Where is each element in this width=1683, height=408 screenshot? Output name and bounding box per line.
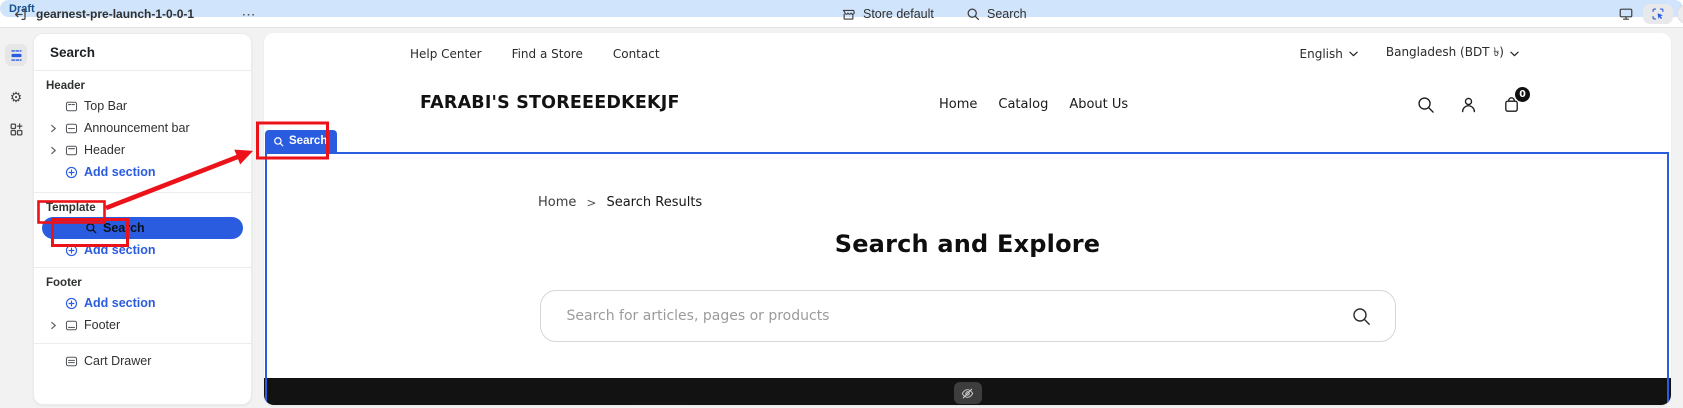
nav-link-about-us[interactable]: About Us [1069,97,1128,112]
rail-sections-button[interactable] [5,44,27,66]
language-selector[interactable]: English [1300,47,1358,61]
add-section-template[interactable]: Add section [34,239,251,261]
sidebar-item-cart-drawer[interactable]: Cart Drawer [34,350,251,372]
cart-count-badge: 0 [1515,86,1530,102]
sidebar-item-label: Search [103,221,145,235]
chevron-down-icon [1510,51,1519,57]
gear-icon: ⚙ [9,89,23,105]
app-topbar: gearnest-pre-launch-1-0-0-1 Draft ⋯ Stor… [0,0,1683,28]
sidebar-item-label: Top Bar [84,99,128,113]
sidebar-item-header[interactable]: Header [34,139,251,161]
selected-section-badge[interactable]: Search [265,130,338,152]
storefront-footer [264,378,1671,405]
add-circle-icon [61,297,81,310]
add-section-header[interactable]: Add section [34,161,251,183]
device-preview-icon [1618,6,1634,22]
overflow-menu-button[interactable]: ⋯ [238,0,260,28]
storefront-search-bar [539,290,1396,342]
group-label-template: Template [46,202,96,214]
panel-title: Search [34,34,251,71]
group-label-footer: Footer [46,277,82,289]
sidebar-item-top-bar[interactable]: Top Bar [34,95,251,117]
editor-search-label: Search [987,7,1027,21]
add-circle-icon [61,244,81,257]
cart-icon[interactable]: 0 [1502,86,1530,114]
editor-search-button[interactable]: Search [966,0,1027,28]
storefront-search-icon[interactable] [1416,95,1435,114]
nav-link-catalog[interactable]: Catalog [998,97,1048,112]
breadcrumb: Home > Search Results [538,195,702,210]
section-top-bar-icon [61,100,81,113]
inspector-cursor-icon [1651,7,1665,21]
chevron-right-icon[interactable] [46,124,61,133]
chevron-down-icon [1349,51,1358,57]
main-nav: Home Catalog About Us [939,75,1128,133]
sidebar-item-search-selected[interactable]: Search [42,217,243,239]
eye-off-icon [961,387,974,400]
sidebar-divider [34,267,251,268]
theme-name: gearnest-pre-launch-1-0-0-1 [36,7,195,21]
utility-link-find-a-store[interactable]: Find a Store [512,47,583,61]
section-header-icon [61,144,81,157]
exit-icon [13,7,28,22]
page-title: Search and Explore [834,230,1101,258]
group-label-header: Header [46,80,85,92]
breadcrumb-separator: > [586,195,597,210]
exit-editor-button[interactable] [8,0,32,28]
add-section-label: Add section [84,165,156,179]
footer-content-peek [632,401,688,405]
sidebar-item-label: Header [84,143,125,157]
store-name[interactable]: FARABI'S STOREEEDKEKJF [420,93,680,113]
nav-link-home[interactable]: Home [939,97,977,112]
region-label: Bangladesh (BDT ৳) [1385,45,1504,59]
utility-link-help-center[interactable]: Help Center [410,47,482,61]
sidebar-item-label: Cart Drawer [84,354,152,368]
apps-icon [9,122,24,137]
sections-sidebar: Search Header Top Bar Announcement bar H… [33,33,252,405]
add-section-footer[interactable]: Add section [34,292,251,314]
editor-rail: ⚙ [0,28,32,408]
sidebar-divider [34,192,251,193]
inspector-mode-button[interactable] [1643,4,1673,24]
rail-settings-button[interactable]: ⚙ [5,86,27,108]
search-icon [273,136,284,147]
breadcrumb-current: Search Results [606,195,703,210]
add-section-label: Add section [84,243,156,257]
store-header: FARABI'S STOREEEDKEKJF Home Catalog Abou… [264,75,1671,133]
sidebar-item-label: Footer [84,318,121,332]
language-label: English [1299,47,1343,61]
sidebar-item-label: Announcement bar [84,121,190,135]
utility-bar: Help Center Find a Store Contact English… [264,33,1671,75]
chevron-right-icon[interactable] [46,321,61,330]
search-icon [966,7,980,21]
section-cart-drawer-icon [61,355,81,368]
section-announcement-icon [61,122,81,135]
store-context-label: Store default [863,7,934,21]
sections-icon [9,48,24,63]
section-selection-outline [265,152,1669,405]
hidden-section-button[interactable] [953,382,982,404]
search-icon [85,222,97,234]
search-submit-icon[interactable] [1351,306,1371,326]
add-section-label: Add section [84,296,156,310]
sidebar-item-footer[interactable]: Footer [34,314,251,336]
storefront-preview: Help Center Find a Store Contact English… [264,33,1671,405]
store-icon [841,7,856,22]
device-preview-button[interactable] [1616,0,1636,28]
region-selector[interactable]: Bangladesh (BDT ৳) [1386,44,1519,64]
section-footer-icon [61,319,81,332]
storefront-search-input[interactable] [540,291,1395,341]
utility-link-contact[interactable]: Contact [613,47,660,61]
chevron-right-icon[interactable] [46,146,61,155]
rail-apps-button[interactable] [5,118,27,140]
selected-section-label: Search [289,135,328,147]
sidebar-item-announcement-bar[interactable]: Announcement bar [34,117,251,139]
store-context-selector[interactable]: Store default [841,0,934,28]
account-icon[interactable] [1459,95,1478,114]
sidebar-divider [34,343,251,344]
add-circle-icon [61,166,81,179]
breadcrumb-home-link[interactable]: Home [538,195,576,210]
